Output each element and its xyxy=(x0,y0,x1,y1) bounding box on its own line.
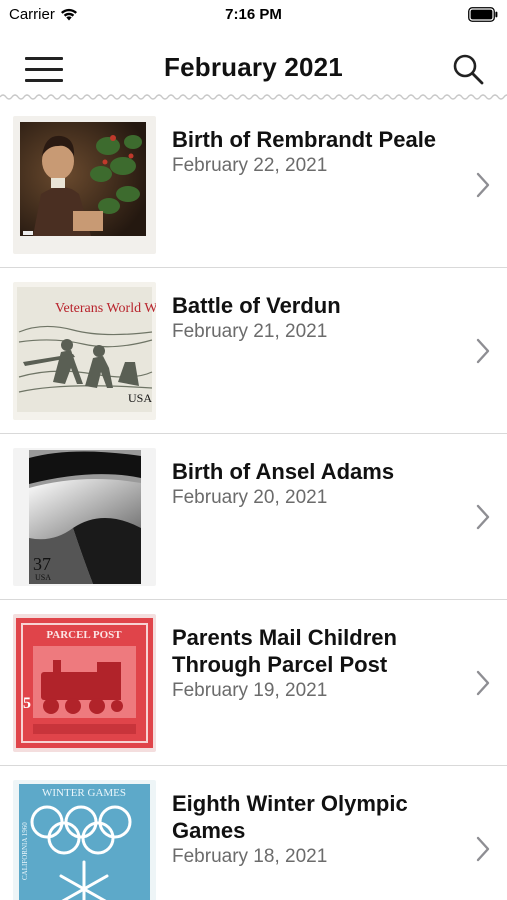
events-list: Birth of Rembrandt Peale February 22, 20… xyxy=(0,102,507,900)
list-item-date: February 22, 2021 xyxy=(172,155,328,176)
stamp-caption: WINTER GAMES xyxy=(42,787,126,799)
list-item[interactable]: 37 USA Birth of Ansel Adams February 20,… xyxy=(0,434,507,600)
list-item-title: Birth of Rembrandt Peale xyxy=(172,127,437,152)
stamp-value: 37 xyxy=(33,554,51,574)
list-item-date: February 18, 2021 xyxy=(172,846,328,867)
search-icon[interactable] xyxy=(451,52,485,86)
list-item-text: Battle of Verdun February 21, 2021 xyxy=(172,292,447,345)
list-item-date: February 19, 2021 xyxy=(172,680,328,701)
chevron-right-icon xyxy=(476,172,490,198)
list-item[interactable]: WINTER GAMES CALIFORNIA 1960 Eighth Wint… xyxy=(0,766,507,900)
chevron-right-icon xyxy=(476,338,490,364)
stamp-thumbnail: 37 USA xyxy=(13,448,156,586)
stamp-country: CALIFORNIA 1960 xyxy=(21,822,29,880)
list-item[interactable]: Veterans World W USA Battle of Verdun Fe… xyxy=(0,268,507,434)
list-item-title: Battle of Verdun xyxy=(172,293,341,318)
stamp-country: USA xyxy=(35,573,51,582)
stamp-thumbnail xyxy=(13,116,156,254)
stamp-thumbnail: PARCEL POST 5 xyxy=(13,614,156,752)
stamp-caption: PARCEL POST xyxy=(46,629,122,641)
chevron-right-icon xyxy=(476,504,490,530)
list-item-date: February 20, 2021 xyxy=(172,487,328,508)
stamp-value: 5 xyxy=(23,695,31,712)
stamp-thumbnail: Veterans World W USA xyxy=(13,282,156,420)
list-item-title: Birth of Ansel Adams xyxy=(172,459,395,484)
hamburger-menu-icon[interactable] xyxy=(25,54,63,82)
list-item-text: Parents Mail Children Through Parcel Pos… xyxy=(172,624,447,704)
list-item-date: February 21, 2021 xyxy=(172,321,328,342)
status-time: 7:16 PM xyxy=(225,6,282,23)
stamp-caption: Veterans World W xyxy=(55,301,156,316)
list-item[interactable]: Birth of Rembrandt Peale February 22, 20… xyxy=(0,102,507,268)
status-bar: Carrier 7:16 PM xyxy=(0,0,507,30)
list-item[interactable]: PARCEL POST 5 Parents Mail Children Thro… xyxy=(0,600,507,766)
chevron-right-icon xyxy=(476,836,490,862)
list-item-title: Eighth Winter Olympic Games xyxy=(172,791,408,843)
list-item-text: Birth of Rembrandt Peale February 22, 20… xyxy=(172,126,447,179)
battery-icon xyxy=(468,7,498,22)
nav-bar: February 2021 xyxy=(0,30,507,100)
list-item-title: Parents Mail Children Through Parcel Pos… xyxy=(172,625,397,677)
stamp-value: USA xyxy=(128,391,152,405)
page-title: February 2021 xyxy=(164,52,343,82)
stamp-thumbnail: WINTER GAMES CALIFORNIA 1960 xyxy=(13,780,156,900)
chevron-right-icon xyxy=(476,670,490,696)
list-item-text: Eighth Winter Olympic Games February 18,… xyxy=(172,790,447,870)
list-item-text: Birth of Ansel Adams February 20, 2021 xyxy=(172,458,447,511)
perforated-divider xyxy=(0,94,507,100)
